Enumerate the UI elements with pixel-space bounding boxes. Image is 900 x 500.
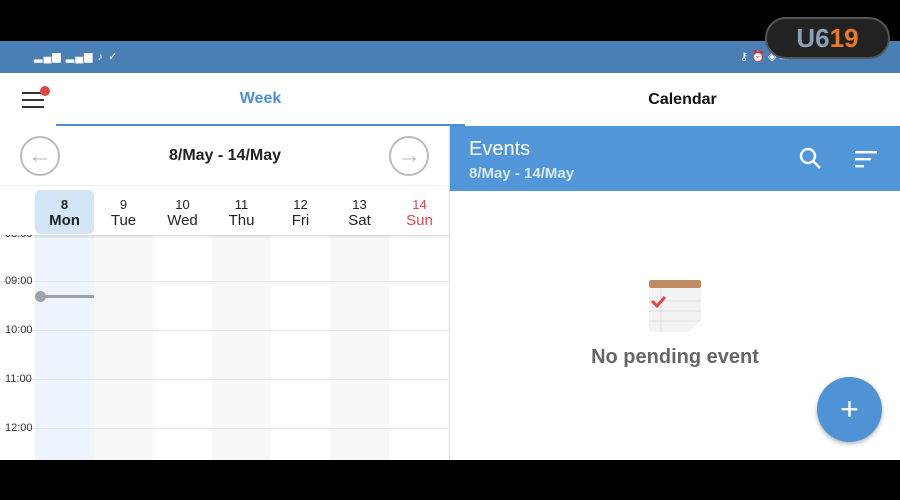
watermark-logo: U619 [765,17,890,59]
day-header-wed[interactable]: 10 Wed [153,190,212,234]
day-header-sun[interactable]: 14 Sun [390,190,449,234]
day-header-sat[interactable]: 13 Sat [330,190,389,234]
day-column-fri[interactable] [271,235,330,460]
week-view: ← 8/May - 14/May → 08:00 09:00 10:00 11:… [0,126,450,460]
day-column-sat[interactable] [330,235,389,460]
sort-icon[interactable] [855,149,879,169]
tab-label: Calendar [648,90,717,108]
status-left-icons: ▂▄▆ ▂▄▆ ♪ ✓ [34,51,119,63]
empty-state-text: No pending event [591,346,759,368]
prev-week-button[interactable]: ← [20,136,60,176]
plus-icon: + [840,391,859,427]
search-icon[interactable] [799,147,823,171]
day-column-mon[interactable] [35,235,94,460]
hour-label: 11:00 [5,373,32,385]
tab-label: Week [239,89,282,107]
tab-week[interactable]: Week [56,73,465,126]
add-event-button[interactable]: + [817,377,882,442]
menu-button[interactable] [22,86,50,108]
day-header-tue[interactable]: 9 Tue [94,190,153,234]
tab-calendar[interactable]: Calendar [465,73,900,126]
events-title: Events [469,138,531,160]
week-range: 8/May - 14/May [168,147,282,164]
day-column-sun[interactable] [390,235,449,460]
events-panel: Events 8/May - 14/May No pending event + [450,126,900,460]
hour-label: 12:00 [5,422,33,434]
events-range: 8/May - 14/May [469,165,575,182]
day-header-thu[interactable]: 11 Thu [212,190,271,234]
hour-label: 09:00 [5,275,33,287]
day-column-thu[interactable] [212,235,271,460]
empty-notepad-icon [649,280,701,332]
hour-label: 10:00 [5,324,33,336]
next-week-button[interactable]: → [389,136,429,176]
app-bar: Week Calendar [0,73,900,126]
status-bar: ▂▄▆ ▂▄▆ ♪ ✓ ⚷ ⏰ ◈ ▭ 09:19 [0,41,900,73]
arrow-right-icon: → [397,142,421,169]
events-header: Events 8/May - 14/May [450,126,900,191]
day-column-wed[interactable] [153,235,212,460]
day-column-tue[interactable] [94,235,153,460]
current-time-line [40,295,94,298]
day-header-mon[interactable]: 8 Mon [35,190,94,234]
menu-badge [40,86,50,96]
arrow-left-icon: ← [28,142,52,169]
day-header-fri[interactable]: 12 Fri [271,190,330,234]
